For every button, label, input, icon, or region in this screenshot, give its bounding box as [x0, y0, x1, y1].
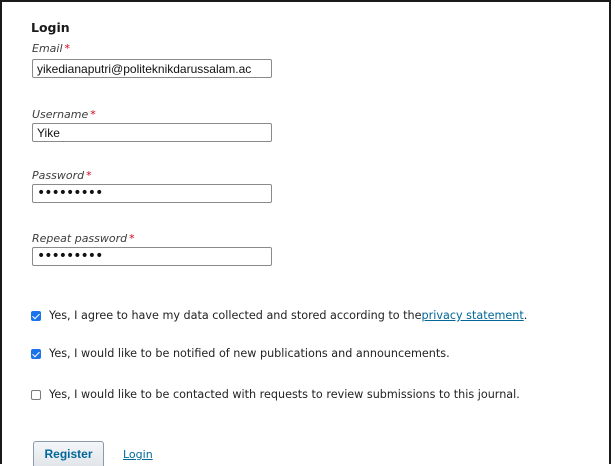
notify-consent-checkbox[interactable]: [31, 348, 41, 359]
required-mark: *: [86, 169, 92, 182]
notify-consent-text: Yes, I would like to be notified of new …: [49, 347, 450, 360]
review-consent-checkbox[interactable]: [31, 389, 41, 400]
repeat-password-label: Repeat password *: [32, 232, 135, 245]
privacy-consent-checkbox[interactable]: [31, 310, 41, 321]
password-label-text: Password: [32, 169, 85, 182]
username-label: Username *: [32, 108, 96, 121]
password-label: Password *: [32, 169, 92, 182]
required-mark: *: [129, 232, 135, 245]
privacy-statement-link[interactable]: privacy statement: [422, 309, 524, 322]
password-field[interactable]: •••••••••: [32, 184, 272, 203]
email-label-text: Email: [32, 42, 63, 55]
privacy-consent-row: Yes, I agree to have my data collected a…: [31, 309, 527, 322]
required-mark: *: [64, 42, 71, 55]
required-mark: *: [90, 108, 96, 121]
review-consent-text: Yes, I would like to be contacted with r…: [49, 388, 520, 401]
register-button[interactable]: Register: [33, 441, 104, 466]
username-label-text: Username: [32, 108, 89, 121]
review-consent-row: Yes, I would like to be contacted with r…: [31, 388, 520, 401]
email-label: Email *: [32, 42, 70, 55]
username-field[interactable]: Yike: [32, 123, 272, 142]
privacy-consent-suffix: .: [523, 309, 528, 322]
repeat-password-label-text: Repeat password: [32, 232, 128, 245]
email-field[interactable]: yikedianaputri@politeknikdarussalam.ac: [32, 59, 272, 78]
login-link[interactable]: Login: [123, 448, 153, 461]
notify-consent-row: Yes, I would like to be notified of new …: [31, 347, 450, 360]
repeat-password-field[interactable]: •••••••••: [32, 247, 272, 266]
privacy-consent-text: Yes, I agree to have my data collected a…: [49, 309, 422, 322]
section-title: Login: [31, 20, 70, 35]
